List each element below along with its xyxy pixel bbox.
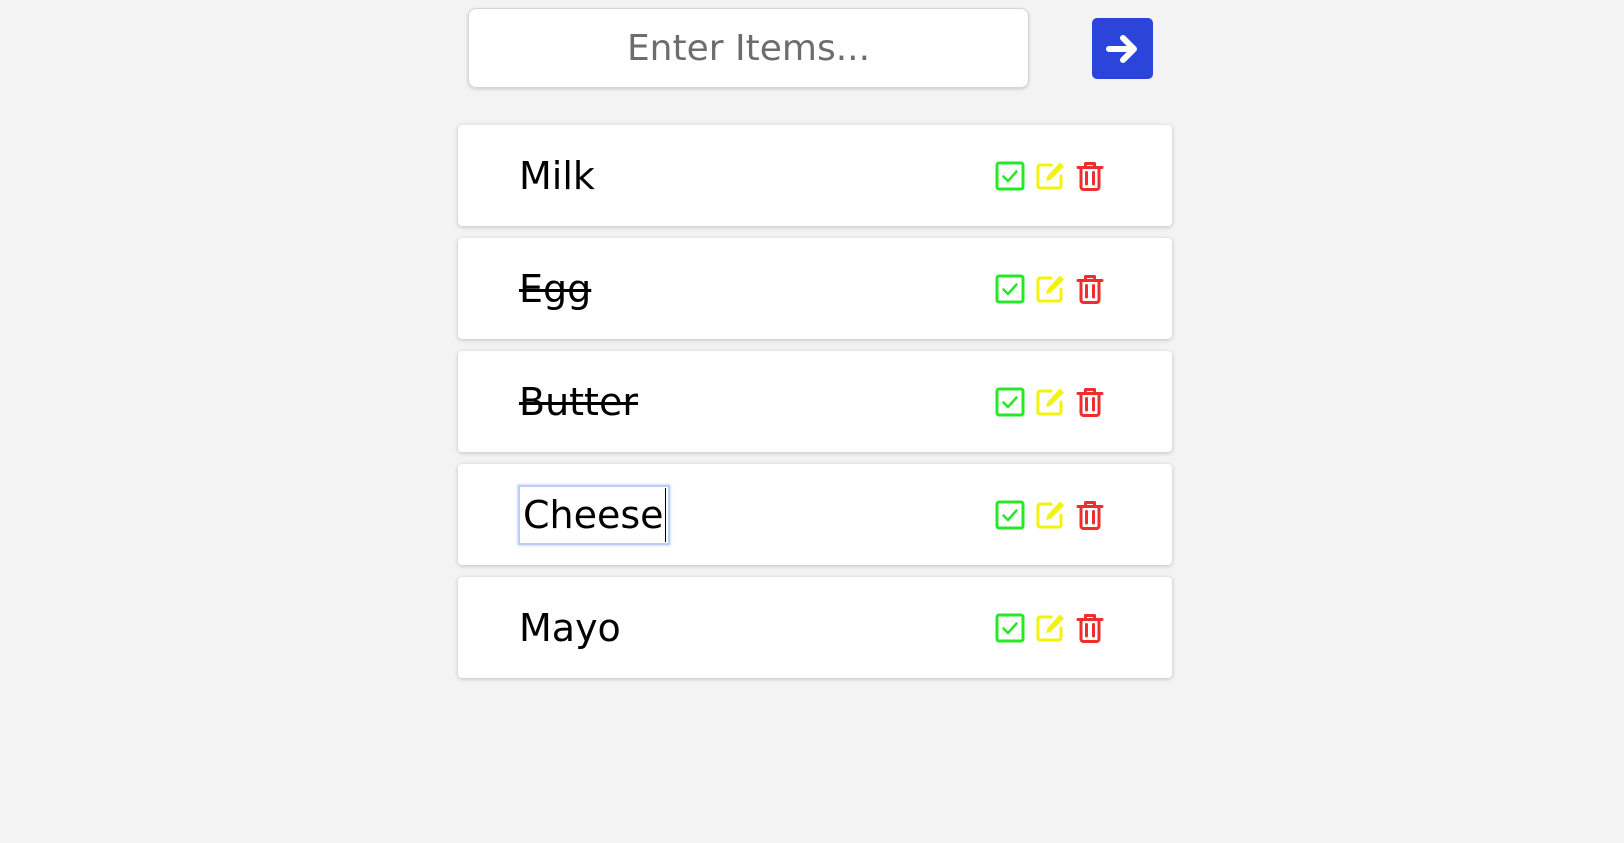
item-label: Milk — [519, 153, 595, 198]
edit-button[interactable] — [1034, 386, 1066, 418]
edit-icon — [1036, 614, 1064, 641]
item-actions — [994, 499, 1106, 531]
trash-icon — [1076, 274, 1104, 304]
complete-button[interactable] — [994, 386, 1026, 418]
check-square-icon — [995, 387, 1025, 416]
item-actions — [994, 386, 1106, 418]
list-item: Egg — [458, 238, 1172, 339]
item-input[interactable] — [468, 8, 1029, 88]
edit-icon — [1036, 275, 1064, 302]
complete-button[interactable] — [994, 160, 1026, 192]
list-item: Cheese — [458, 464, 1172, 565]
complete-button[interactable] — [994, 273, 1026, 305]
trash-icon — [1076, 161, 1104, 191]
edit-button[interactable] — [1034, 612, 1066, 644]
edit-icon — [1036, 388, 1064, 415]
item-label: Egg — [519, 266, 592, 311]
edit-button[interactable] — [1034, 273, 1066, 305]
item-edit-field[interactable]: Cheese — [518, 484, 670, 545]
item-actions — [994, 160, 1106, 192]
list-item: Milk — [458, 125, 1172, 226]
item-actions — [994, 273, 1106, 305]
delete-button[interactable] — [1074, 160, 1106, 192]
delete-button[interactable] — [1074, 612, 1106, 644]
trash-icon — [1076, 500, 1104, 530]
edit-icon — [1036, 162, 1064, 189]
check-square-icon — [995, 161, 1025, 190]
arrow-right-icon — [1105, 34, 1137, 63]
delete-button[interactable] — [1074, 499, 1106, 531]
complete-button[interactable] — [994, 499, 1026, 531]
text-caret — [664, 487, 666, 542]
item-label: Mayo — [519, 605, 621, 650]
complete-button[interactable] — [994, 612, 1026, 644]
delete-button[interactable] — [1074, 386, 1106, 418]
trash-icon — [1076, 387, 1104, 417]
list-item: Butter — [458, 351, 1172, 452]
edit-button[interactable] — [1034, 160, 1066, 192]
item-label: Butter — [519, 379, 638, 424]
item-actions — [994, 612, 1106, 644]
edit-button[interactable] — [1034, 499, 1066, 531]
check-square-icon — [995, 274, 1025, 303]
list-item: Mayo — [458, 577, 1172, 678]
edit-icon — [1036, 501, 1064, 528]
submit-button[interactable] — [1092, 18, 1153, 79]
check-square-icon — [995, 500, 1025, 529]
check-square-icon — [995, 613, 1025, 642]
trash-icon — [1076, 613, 1104, 643]
todo-app: Milk Egg — [0, 0, 1624, 843]
item-list: Milk Egg Butter Cheese Mayo — [458, 125, 1172, 690]
item-edit-value: Cheese — [523, 492, 664, 537]
delete-button[interactable] — [1074, 273, 1106, 305]
